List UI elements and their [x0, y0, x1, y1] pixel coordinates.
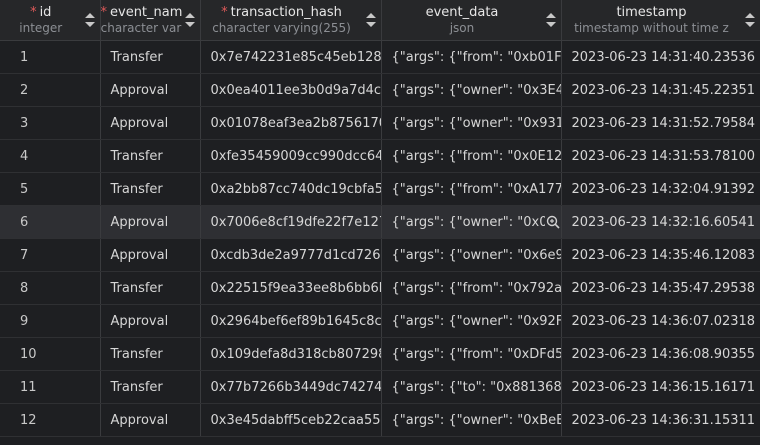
results-table: * id integer * event_nam character var * tr…	[0, 0, 760, 437]
cell-event-data[interactable]: {"args": {"owner": "0xBeE02	[381, 403, 562, 437]
cell-id[interactable]: 7	[0, 238, 101, 272]
table-row[interactable]: 9 Approval 0x2964bef6ef89b1645c8c1 {"arg…	[0, 304, 760, 338]
cell-id[interactable]: 1	[0, 40, 101, 74]
cell-timestamp[interactable]: 2023-06-23 14:36:31.15311	[561, 403, 760, 437]
column-header-event-name[interactable]: * event_nam character var	[100, 0, 201, 41]
column-type: timestamp without time z	[574, 21, 729, 35]
sort-arrows-icon[interactable]	[365, 13, 376, 27]
column-header-timestamp[interactable]: timestamp timestamp without time z	[561, 0, 760, 41]
table-row[interactable]: 4 Transfer 0xfe35459009cc990dcc648 {"arg…	[0, 139, 760, 173]
cell-transaction-hash[interactable]: 0xfe35459009cc990dcc648	[200, 139, 382, 173]
cell-event-name[interactable]: Transfer	[100, 370, 201, 404]
column-type: integer	[19, 21, 63, 35]
cell-event-name[interactable]: Approval	[100, 304, 201, 338]
table-row[interactable]: 11 Transfer 0x77b7266b3449dc74274e {"arg…	[0, 370, 760, 404]
sort-arrows-icon[interactable]	[744, 13, 755, 27]
cell-id[interactable]: 3	[0, 106, 101, 140]
column-name: event_data	[425, 5, 499, 20]
cell-transaction-hash[interactable]: 0x77b7266b3449dc74274e	[200, 370, 382, 404]
cell-id[interactable]: 4	[0, 139, 101, 173]
cell-timestamp[interactable]: 2023-06-23 14:36:08.90355	[561, 337, 760, 371]
cell-timestamp[interactable]: 2023-06-23 14:32:04.91392	[561, 172, 760, 206]
cell-id[interactable]: 11	[0, 370, 101, 404]
cell-id[interactable]: 6	[0, 205, 101, 239]
table-row[interactable]: 6 Approval 0x7006e8cf19dfe22f7e127e {"ar…	[0, 205, 760, 239]
zoom-icon[interactable]	[544, 214, 561, 230]
cell-event-name[interactable]: Approval	[100, 205, 201, 239]
cell-event-data[interactable]: {"args": {"from": "0xb01F835	[381, 40, 562, 74]
table-row[interactable]: 2 Approval 0x0ea4011ee3b0d9a7d4c6e {"arg…	[0, 73, 760, 107]
table-row[interactable]: 12 Approval 0x3e45dabff5ceb22caa552b {"a…	[0, 403, 760, 437]
cell-timestamp[interactable]: 2023-06-23 14:31:40.23536	[561, 40, 760, 74]
cell-timestamp[interactable]: 2023-06-23 14:31:45.22351	[561, 73, 760, 107]
data-grid: * id integer * event_nam character var * tr…	[0, 0, 760, 445]
cell-id[interactable]: 9	[0, 304, 101, 338]
cell-transaction-hash[interactable]: 0x3e45dabff5ceb22caa552b	[200, 403, 382, 437]
cell-timestamp[interactable]: 2023-06-23 14:31:53.78100	[561, 139, 760, 173]
header-row: * id integer * event_nam character var * tr…	[0, 0, 760, 41]
cell-event-data[interactable]: {"args": {"from": "0xA177b9	[381, 172, 562, 206]
column-name: transaction_hash	[230, 5, 342, 20]
cell-event-name[interactable]: Approval	[100, 73, 201, 107]
sort-arrows-icon[interactable]	[84, 13, 95, 27]
cell-transaction-hash[interactable]: 0x7006e8cf19dfe22f7e127e	[200, 205, 382, 239]
column-header-transaction-hash[interactable]: * transaction_hash character varying(255)	[200, 0, 382, 41]
cell-id[interactable]: 5	[0, 172, 101, 206]
table-row[interactable]: 3 Approval 0x01078eaf3ea2b87561706 {"arg…	[0, 106, 760, 140]
required-marker: *	[30, 5, 37, 20]
cell-transaction-hash[interactable]: 0x109defa8d318cb807298c	[200, 337, 382, 371]
cell-event-name[interactable]: Transfer	[100, 271, 201, 305]
cell-event-name[interactable]: Approval	[100, 106, 201, 140]
cell-timestamp[interactable]: 2023-06-23 14:36:15.16171	[561, 370, 760, 404]
table-row[interactable]: 10 Transfer 0x109defa8d318cb807298c {"ar…	[0, 337, 760, 371]
cell-transaction-hash[interactable]: 0x2964bef6ef89b1645c8c1	[200, 304, 382, 338]
table-row[interactable]: 1 Transfer 0x7e742231e85c45eb12892 {"arg…	[0, 40, 760, 74]
cell-event-name[interactable]: Approval	[100, 403, 201, 437]
cell-timestamp[interactable]: 2023-06-23 14:35:47.29538	[561, 271, 760, 305]
cell-timestamp[interactable]: 2023-06-23 14:31:52.79584	[561, 106, 760, 140]
column-name: timestamp	[616, 5, 687, 20]
cell-event-data[interactable]: {"args": {"owner": "0x02e	[381, 205, 562, 239]
column-name: event_nam	[110, 5, 182, 20]
cell-transaction-hash[interactable]: 0xa2bb87cc740dc19cbfa5e	[200, 172, 382, 206]
required-marker: *	[221, 5, 228, 20]
cell-id[interactable]: 12	[0, 403, 101, 437]
column-type: character varying(255)	[212, 21, 351, 35]
cell-timestamp[interactable]: 2023-06-23 14:32:16.60541	[561, 205, 760, 239]
cell-event-name[interactable]: Transfer	[100, 139, 201, 173]
table-row[interactable]: 5 Transfer 0xa2bb87cc740dc19cbfa5e {"arg…	[0, 172, 760, 206]
cell-event-data[interactable]: {"args": {"to": "0x881368B	[381, 370, 562, 404]
cell-event-data[interactable]: {"args": {"owner": "0x3E428	[381, 73, 562, 107]
sort-arrows-icon[interactable]	[184, 13, 195, 27]
cell-event-data[interactable]: {"args": {"owner": "0x931d2	[381, 106, 562, 140]
cell-event-data[interactable]: {"args": {"owner": "0x6e9Df	[381, 238, 562, 272]
table-row[interactable]: 7 Approval 0xcdb3de2a9777d1cd7262 {"args…	[0, 238, 760, 272]
column-header-id[interactable]: * id integer	[0, 0, 101, 41]
cell-event-data[interactable]: {"args": {"from": "0x0E125B3	[381, 139, 562, 173]
cell-transaction-hash[interactable]: 0x7e742231e85c45eb12892	[200, 40, 382, 74]
sort-arrows-icon[interactable]	[545, 13, 556, 27]
cell-transaction-hash[interactable]: 0x01078eaf3ea2b87561706	[200, 106, 382, 140]
column-name: id	[39, 5, 52, 20]
cell-transaction-hash[interactable]: 0x22515f9ea33ee8b6bb6bb	[200, 271, 382, 305]
required-marker: *	[100, 5, 108, 20]
cell-transaction-hash[interactable]: 0x0ea4011ee3b0d9a7d4c6e	[200, 73, 382, 107]
cell-transaction-hash[interactable]: 0xcdb3de2a9777d1cd7262	[200, 238, 382, 272]
cell-event-name[interactable]: Transfer	[100, 172, 201, 206]
cell-event-data[interactable]: {"args": {"owner": "0x92F3f7	[381, 304, 562, 338]
column-type: json	[449, 21, 475, 35]
column-header-event-data[interactable]: event_data json	[381, 0, 562, 41]
cell-timestamp[interactable]: 2023-06-23 14:36:07.02318	[561, 304, 760, 338]
cell-id[interactable]: 8	[0, 271, 101, 305]
cell-event-name[interactable]: Approval	[100, 238, 201, 272]
cell-timestamp[interactable]: 2023-06-23 14:35:46.12083	[561, 238, 760, 272]
cell-id[interactable]: 10	[0, 337, 101, 371]
table-row[interactable]: 8 Transfer 0x22515f9ea33ee8b6bb6bb {"arg…	[0, 271, 760, 305]
cell-event-name[interactable]: Transfer	[100, 337, 201, 371]
cell-event-data[interactable]: {"args": {"from": "0xDFd529	[381, 337, 562, 371]
cell-event-data[interactable]: {"args": {"from": "0x792a14c	[381, 271, 562, 305]
cell-id[interactable]: 2	[0, 73, 101, 107]
cell-event-name[interactable]: Transfer	[100, 40, 201, 74]
column-type: character var	[100, 21, 182, 35]
